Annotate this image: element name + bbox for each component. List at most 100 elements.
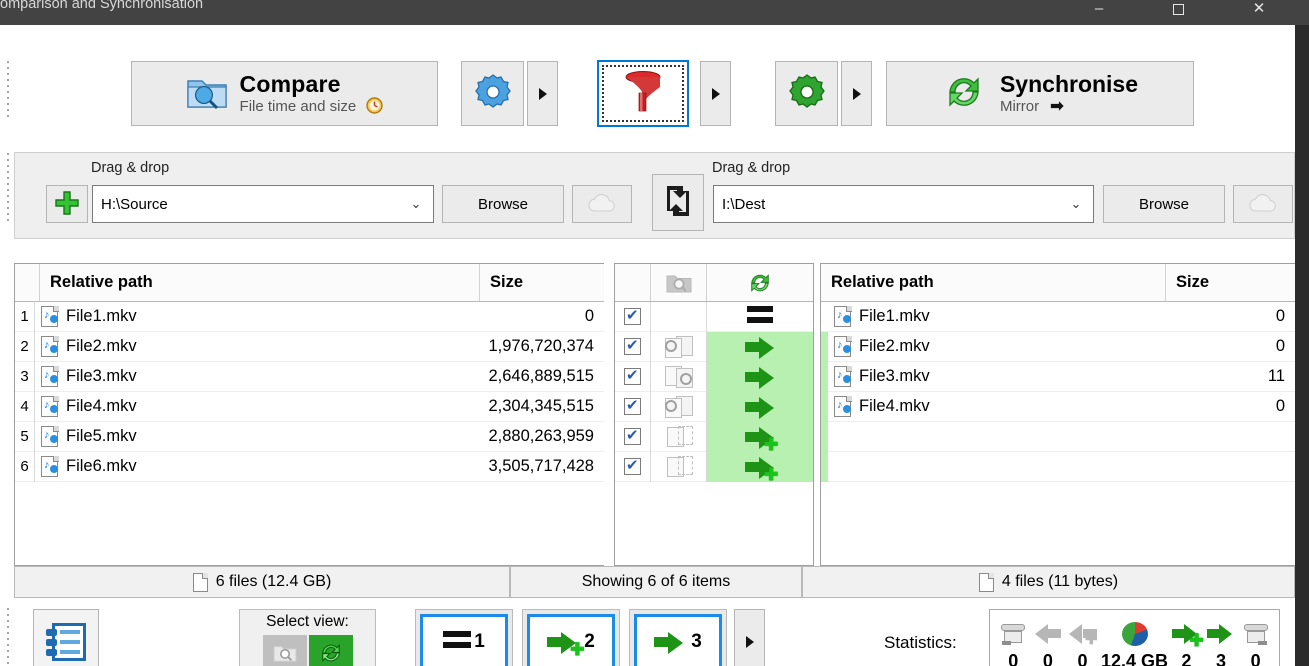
table-row[interactable]: 1 ♪ File1.mkv 0 bbox=[15, 301, 604, 332]
direction-cell[interactable] bbox=[707, 391, 813, 422]
filter-button[interactable] bbox=[597, 60, 689, 127]
direction-cell[interactable]: ✚ bbox=[707, 451, 813, 483]
view-filter-update-right-button[interactable]: 3 bbox=[629, 609, 727, 666]
left-grid-header: Relative path Size bbox=[15, 264, 604, 302]
right-grid-rows: ♪ File1.mkv 0 ♪ File2.mkv 0 ♪ File3.mkv 11 ♪ File4… bbox=[821, 302, 1295, 482]
clock-icon bbox=[366, 96, 384, 115]
table-row[interactable]: 4 ♪ File4.mkv 2,304,345,515 bbox=[15, 391, 604, 422]
include-checkbox[interactable] bbox=[624, 426, 641, 445]
add-folder-pair-button[interactable] bbox=[46, 185, 88, 223]
left-only-icon bbox=[665, 455, 693, 478]
right-folder-path-input[interactable]: I:\Dest ⌄ bbox=[713, 185, 1094, 223]
mkv-file-icon: ♪ bbox=[41, 366, 60, 387]
view-filter-create-right-button[interactable]: ✚ 2 bbox=[522, 609, 620, 666]
folder-pair-grip[interactable] bbox=[2, 153, 14, 225]
view-filter-more-button[interactable] bbox=[734, 609, 765, 666]
right-newer-icon bbox=[664, 365, 693, 388]
right-col-size[interactable]: Size bbox=[1166, 264, 1295, 301]
minimize-button[interactable]: – bbox=[1076, 0, 1122, 24]
left-cloud-button[interactable] bbox=[572, 185, 632, 223]
synchronise-button[interactable]: Synchronise Mirror ➡ bbox=[886, 61, 1194, 126]
include-checkbox[interactable] bbox=[624, 366, 641, 385]
stat-delete-right: 0 bbox=[1238, 617, 1273, 666]
table-row[interactable]: 3 ♪ File3.mkv 2,646,889,515 bbox=[15, 361, 604, 392]
chevron-down-icon[interactable]: ⌄ bbox=[399, 196, 433, 212]
swap-sides-button[interactable] bbox=[652, 174, 704, 231]
file-name: File4.mkv bbox=[66, 397, 137, 415]
include-checkbox-cell[interactable] bbox=[615, 301, 651, 332]
compare-button[interactable]: Compare File time and size bbox=[131, 61, 438, 126]
direction-cell[interactable] bbox=[707, 331, 813, 362]
direction-cell[interactable] bbox=[707, 302, 813, 332]
filter-dropdown[interactable] bbox=[700, 61, 731, 126]
toolbar-grip[interactable] bbox=[2, 61, 14, 121]
category-filter-icon[interactable] bbox=[651, 264, 707, 301]
right-browse-button[interactable]: Browse bbox=[1103, 185, 1225, 223]
window-client-area: Compare File time and size Synchronise M… bbox=[0, 25, 1295, 666]
maximize-button[interactable] bbox=[1155, 0, 1201, 24]
include-checkbox[interactable] bbox=[624, 456, 641, 475]
right-arrow-icon[interactable] bbox=[745, 366, 775, 389]
include-checkbox-cell[interactable] bbox=[615, 451, 651, 482]
include-checkbox[interactable] bbox=[624, 396, 641, 415]
include-checkbox-cell[interactable] bbox=[615, 361, 651, 392]
left-col-relative-path[interactable]: Relative path bbox=[40, 264, 480, 301]
left-browse-button[interactable]: Browse bbox=[442, 185, 564, 223]
direction-cell[interactable] bbox=[707, 361, 813, 392]
left-col-size[interactable]: Size bbox=[480, 264, 605, 301]
right-cloud-button[interactable] bbox=[1233, 185, 1293, 223]
chevron-down-icon[interactable]: ⌄ bbox=[1059, 196, 1093, 212]
row-sync-stripe bbox=[821, 421, 828, 452]
compare-view-button[interactable] bbox=[262, 635, 307, 666]
show-log-button[interactable] bbox=[33, 609, 99, 666]
category-cell bbox=[651, 361, 707, 392]
table-row[interactable]: 6 ♪ File6.mkv 3,505,717,428 bbox=[15, 451, 604, 482]
right-plus-icon[interactable]: ✚ bbox=[745, 426, 778, 453]
comparison-settings-button[interactable] bbox=[461, 61, 524, 126]
bottom-bar-grip[interactable] bbox=[2, 608, 14, 666]
sync-direction-icon[interactable] bbox=[707, 264, 813, 301]
left-rownum-header bbox=[15, 264, 40, 301]
comparison-settings-dropdown[interactable] bbox=[527, 61, 558, 126]
stat-delete-left-value: 0 bbox=[1008, 651, 1019, 666]
sync-settings-dropdown[interactable] bbox=[841, 61, 872, 126]
table-row[interactable]: 5 ♪ File5.mkv 2,880,263,959 bbox=[15, 421, 604, 452]
close-button[interactable]: ✕ bbox=[1236, 0, 1282, 24]
include-checkbox[interactable] bbox=[624, 306, 641, 325]
table-row[interactable]: ♪ File3.mkv 11 bbox=[821, 361, 1295, 392]
stat-delete-left: 0 bbox=[996, 617, 1031, 666]
include-checkbox[interactable] bbox=[624, 336, 641, 355]
left-folder-path-input[interactable]: H:\Source ⌄ bbox=[92, 185, 434, 223]
mkv-file-icon: ♪ bbox=[834, 336, 853, 357]
right-col-relative-path[interactable]: Relative path bbox=[821, 264, 1166, 301]
left-status-bar: 6 files (12.4 GB) bbox=[14, 566, 510, 598]
center-checkbox-header[interactable] bbox=[615, 264, 651, 301]
right-arrow-icon[interactable] bbox=[745, 336, 775, 359]
include-checkbox-cell[interactable] bbox=[615, 391, 651, 422]
left-only-icon bbox=[665, 425, 693, 448]
include-checkbox-cell[interactable] bbox=[615, 421, 651, 452]
table-row[interactable] bbox=[821, 421, 1295, 452]
table-row[interactable] bbox=[821, 451, 1295, 482]
sync-view-button[interactable] bbox=[308, 635, 353, 666]
row-name: ♪ File4.mkv bbox=[35, 396, 479, 417]
left-file-grid: Relative path Size 1 ♪ File1.mkv 0 2 ♪ File2.m… bbox=[14, 263, 604, 566]
file-name: File6.mkv bbox=[66, 457, 137, 475]
table-row[interactable]: ♪ File1.mkv 0 bbox=[821, 302, 1295, 332]
table-row[interactable]: ♪ File4.mkv 0 bbox=[821, 391, 1295, 422]
right-plus-icon[interactable]: ✚ bbox=[745, 456, 778, 483]
direction-cell[interactable]: ✚ bbox=[707, 421, 813, 453]
include-checkbox-cell[interactable] bbox=[615, 331, 651, 362]
view-filter-create-right-count: 2 bbox=[584, 631, 595, 652]
middle-status-bar: Showing 6 of 6 items bbox=[510, 566, 802, 598]
row-number: 4 bbox=[15, 391, 35, 422]
compare-button-subtitle: File time and size bbox=[239, 97, 357, 115]
right-arrow-icon[interactable] bbox=[745, 396, 775, 419]
right-arrow-icon bbox=[1204, 617, 1239, 651]
center-row bbox=[615, 331, 813, 362]
sync-settings-button[interactable] bbox=[775, 61, 838, 126]
table-row[interactable]: 2 ♪ File2.mkv 1,976,720,374 bbox=[15, 331, 604, 362]
view-filter-equal-button[interactable]: 1 bbox=[415, 609, 513, 666]
table-row[interactable]: ♪ File2.mkv 0 bbox=[821, 331, 1295, 362]
mkv-file-icon: ♪ bbox=[834, 306, 853, 327]
